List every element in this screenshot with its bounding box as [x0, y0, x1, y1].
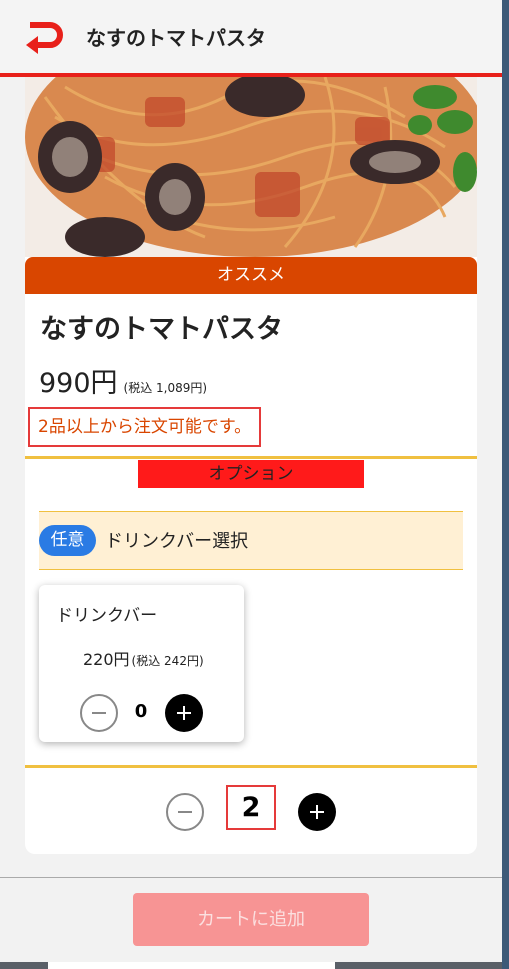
divider [25, 456, 477, 459]
option-item-card: ドリンクバー 220円 (税込 242円) 0 [39, 585, 244, 742]
option-item-price: 220円 (税込 242円) [83, 646, 204, 670]
recommended-badge: オススメ [25, 257, 477, 294]
product-detail-sheet: なすのトマトパスタ オススメ なすのトマトパスタ 990円 (税込 1,089円… [0, 0, 502, 962]
option-increment-button[interactable] [165, 694, 203, 732]
option-group-label: ドリンクバー選択 [105, 531, 249, 552]
product-card: オススメ なすのトマトパスタ 990円 (税込 1,089円) 2品以上から注文可… [25, 77, 477, 854]
option-item-price-value: 220円 [83, 650, 130, 669]
product-price: 990円 [39, 368, 118, 399]
option-decrement-button[interactable] [80, 694, 118, 732]
quantity-value[interactable]: 2 [226, 785, 276, 830]
option-item-name: ドリンクバー [56, 606, 158, 626]
divider [25, 765, 477, 768]
page-title: なすのトマトパスタ [86, 26, 266, 50]
price-row: 990円 (税込 1,089円) [39, 361, 207, 400]
options-section-title: オプション [138, 460, 364, 488]
quantity-decrement-button[interactable] [166, 793, 204, 831]
minimum-order-notice: 2品以上から注文可能です。 [28, 407, 262, 447]
product-price-tax: (税込 1,089円) [123, 381, 208, 395]
footer-divider [0, 877, 502, 878]
background-strip [48, 962, 335, 969]
option-quantity: 0 [134, 701, 148, 722]
product-photo [25, 77, 477, 257]
back-arrow-icon[interactable] [22, 20, 66, 54]
product-name: なすのトマトパスタ [40, 314, 283, 345]
quantity-increment-button[interactable] [298, 793, 336, 831]
add-to-cart-button[interactable]: カートに追加 [133, 893, 369, 946]
optional-tag: 任意 [39, 525, 96, 556]
background-panel [502, 0, 509, 969]
option-group-header: 任意 ドリンクバー選択 [39, 511, 463, 570]
option-item-price-tax: (税込 242円) [131, 654, 204, 668]
header: なすのトマトパスタ [0, 0, 502, 77]
